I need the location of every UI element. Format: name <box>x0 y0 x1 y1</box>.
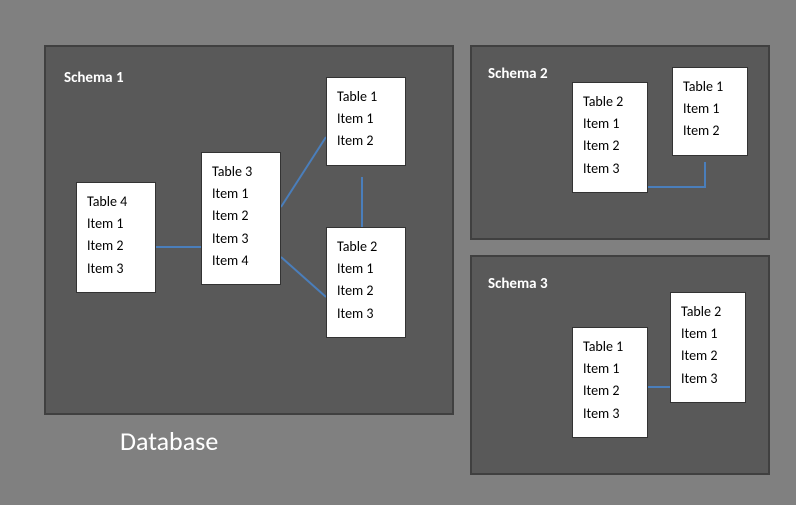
table-item: Item 3 <box>87 260 145 278</box>
schema-2-table-2: Table 2 Item 1 Item 2 Item 3 <box>572 82 648 193</box>
table-item: Item 2 <box>683 122 737 140</box>
schema-3-table-1: Table 1 Item 1 Item 2 Item 3 <box>572 327 648 438</box>
table-item: Item 3 <box>681 370 735 388</box>
schema-1-table-2: Table 2 Item 1 Item 2 Item 3 <box>326 227 406 338</box>
table-name: Table 2 <box>337 238 395 256</box>
table-name: Table 4 <box>87 193 145 211</box>
schema-3-table-2: Table 2 Item 1 Item 2 Item 3 <box>670 292 746 403</box>
table-item: Item 2 <box>337 132 395 150</box>
schema-2-label: Schema 2 <box>488 65 548 83</box>
schema-1-table-4: Table 4 Item 1 Item 2 Item 3 <box>76 182 156 293</box>
schema-3-label: Schema 3 <box>488 275 548 293</box>
table-item: Item 1 <box>683 100 737 118</box>
table-item: Item 3 <box>583 405 637 423</box>
table-item: Item 2 <box>681 347 735 365</box>
table-item: Item 2 <box>583 382 637 400</box>
table-name: Table 1 <box>337 88 395 106</box>
table-item: Item 1 <box>583 360 637 378</box>
schema-2: Schema 2 Table 2 Item 1 Item 2 Item 3 Ta… <box>470 45 770 240</box>
table-item: Item 1 <box>337 110 395 128</box>
table-item: Item 1 <box>681 325 735 343</box>
schema-1-label: Schema 1 <box>64 69 124 87</box>
schema-1: Schema 1 Table 4 Item 1 Item 2 Item 3 Ta… <box>44 45 454 415</box>
table-name: Table 3 <box>212 163 270 181</box>
table-item: Item 2 <box>337 282 395 300</box>
table-name: Table 2 <box>681 303 735 321</box>
table-item: Item 3 <box>212 230 270 248</box>
schema-2-table-1: Table 1 Item 1 Item 2 <box>672 67 748 156</box>
table-item: Item 3 <box>337 305 395 323</box>
table-item: Item 1 <box>212 185 270 203</box>
table-name: Table 2 <box>583 93 637 111</box>
table-item: Item 2 <box>583 137 637 155</box>
table-name: Table 1 <box>583 338 637 356</box>
table-item: Item 3 <box>583 160 637 178</box>
database-label: Database <box>120 425 218 457</box>
table-item: Item 2 <box>87 237 145 255</box>
table-item: Item 4 <box>212 252 270 270</box>
table-name: Table 1 <box>683 78 737 96</box>
schema-3: Schema 3 Table 1 Item 1 Item 2 Item 3 Ta… <box>470 255 770 475</box>
table-item: Item 2 <box>212 207 270 225</box>
schema-1-table-1: Table 1 Item 1 Item 2 <box>326 77 406 166</box>
schema-1-table-3: Table 3 Item 1 Item 2 Item 3 Item 4 <box>201 152 281 285</box>
table-item: Item 1 <box>87 215 145 233</box>
table-item: Item 1 <box>337 260 395 278</box>
table-item: Item 1 <box>583 115 637 133</box>
